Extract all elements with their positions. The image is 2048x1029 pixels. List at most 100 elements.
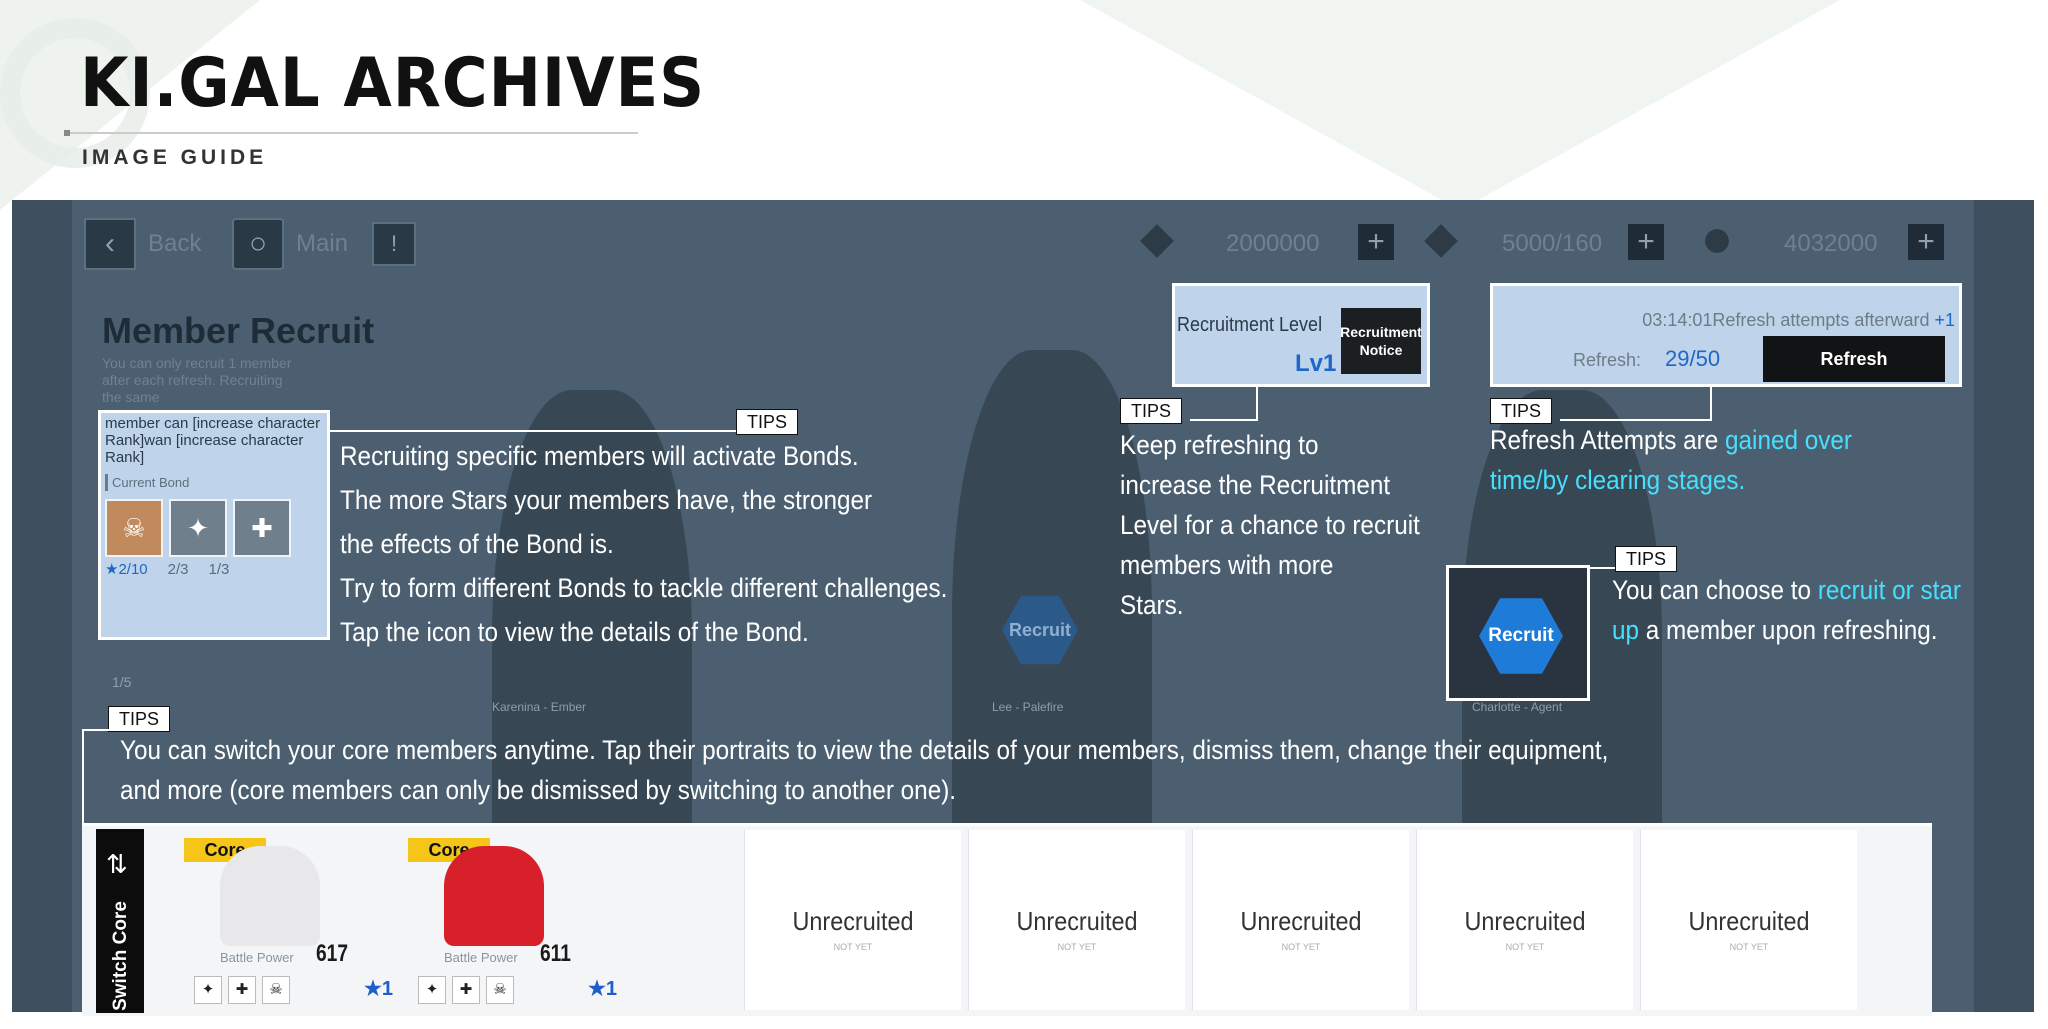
resource-value: 2000000	[1226, 230, 1320, 257]
tip-line-text: time/by clearing stages.	[1490, 465, 1746, 495]
tip-line-text: increase the Recruitment	[1120, 470, 1391, 500]
tip-line-text: members with more	[1120, 550, 1334, 580]
refresh-tips: Refresh Attempts are gained over time/by…	[1490, 420, 1852, 500]
recruitment-level-label: Recruitment Level	[1177, 314, 1323, 336]
tip-line-text: Recruiting specific members will activat…	[340, 441, 859, 471]
bond-mini-icon: ☠	[262, 976, 290, 1004]
tips-tag: TIPS	[1120, 398, 1183, 424]
core-member-card[interactable]: Core Battle Power 611 ✦ ✚ ☠ ★1	[408, 826, 628, 1013]
bond-mini-icon: ✦	[194, 976, 222, 1004]
tip-line-text: Refresh Attempts are gained over	[1490, 425, 1853, 455]
page-subtitle: IMAGE GUIDE	[82, 146, 268, 169]
refresh-timer-text: 03:14:01Refresh attempts afterward	[1642, 310, 1930, 330]
title-divider-dot	[64, 130, 70, 136]
resource-value: 5000/160	[1502, 230, 1603, 257]
slot-label: Unrecruited	[1688, 906, 1810, 936]
battle-power-label: Battle Power	[220, 950, 294, 965]
empty-member-slot[interactable]: Unrecruited NOT YET	[744, 830, 961, 1010]
slot-sub: NOT YET	[833, 942, 873, 952]
star-rating: ★1	[364, 978, 394, 1000]
slot-sub: NOT YET	[1729, 942, 1769, 952]
coin-icon	[1700, 224, 1734, 258]
bond-tips: Recruiting specific members will activat…	[340, 434, 947, 654]
title-divider	[64, 132, 638, 134]
back-label[interactable]: Back	[148, 230, 201, 258]
slot-label: Unrecruited	[792, 906, 914, 936]
page-title: KI.GAL ARCHIVES	[80, 44, 706, 123]
tip-line-text: Try to form different Bonds to tackle di…	[340, 573, 948, 603]
slot-label: Unrecruited	[1464, 906, 1586, 936]
tips-tag: TIPS	[736, 409, 799, 435]
recruitment-level-panel: Recruitment Level Lv1 Recruitment Notice	[1172, 283, 1430, 387]
tip-line-text: Stars.	[1120, 590, 1184, 620]
bond-mini-icon: ✦	[418, 976, 446, 1004]
slot-sub: NOT YET	[1505, 942, 1545, 952]
battle-power-label: Battle Power	[444, 950, 518, 965]
recruitment-notice-button[interactable]: Recruitment Notice	[1340, 308, 1422, 374]
tips-tag: TIPS	[108, 706, 171, 732]
bond-icon-cross[interactable]: ✚	[233, 499, 291, 557]
tips-tag: TIPS	[1615, 546, 1678, 572]
tip-line-text: Keep refreshing to	[1120, 430, 1319, 460]
bond-icon-skull[interactable]: ☠	[105, 499, 163, 557]
bond-count: 1/3	[208, 561, 230, 578]
bond-mini-icon: ✚	[228, 976, 256, 1004]
back-icon[interactable]: ‹	[84, 218, 136, 270]
current-bond-label: Current Bond	[105, 474, 323, 491]
slot-sub: NOT YET	[1281, 942, 1321, 952]
empty-member-slot[interactable]: Unrecruited NOT YET	[1192, 830, 1409, 1010]
tip-connector	[82, 729, 84, 823]
bond-count: ★2/10	[105, 561, 148, 578]
refresh-button[interactable]: Refresh	[1763, 336, 1945, 382]
tip-connector	[1710, 387, 1712, 419]
home-icon[interactable]: ○	[232, 218, 284, 270]
add-coin-button[interactable]: +	[1908, 224, 1944, 260]
member-name: Karenina - Ember	[492, 700, 587, 714]
empty-member-slot[interactable]: Unrecruited NOT YET	[1640, 830, 1857, 1010]
resource-value: 4032000	[1784, 230, 1878, 257]
recruit-card[interactable]: Recruit	[1446, 565, 1590, 701]
battle-power-value: 611	[540, 940, 571, 967]
star-rating: ★1	[588, 978, 618, 1000]
bond-mini-icon: ✚	[452, 976, 480, 1004]
refresh-timer-bonus: +1	[1934, 310, 1955, 330]
level-tips: Keep refreshing to increase the Recruitm…	[1120, 425, 1420, 625]
slot-label: Unrecruited	[1016, 906, 1138, 936]
member-name: Charlotte - Agent	[1472, 700, 1563, 714]
tip-line-text: You can switch your core members anytime…	[120, 735, 1609, 765]
tip-line-text: You can choose to recruit or star	[1612, 575, 1961, 605]
bond-extra-count: 1/5	[112, 674, 132, 690]
recruit-button[interactable]: Recruit	[1479, 598, 1563, 674]
bond-icon-wings[interactable]: ✦	[169, 499, 227, 557]
tip-line-text: Tap the icon to view the details of the …	[340, 617, 809, 647]
tip-connector	[330, 430, 736, 432]
member-recruit-desc: You can only recruit 1 member after each…	[102, 355, 292, 405]
refresh-count: 29/50	[1665, 346, 1721, 371]
info-icon[interactable]: !	[372, 222, 416, 266]
member-portrait[interactable]	[220, 846, 320, 946]
background-shape	[1080, 0, 1840, 210]
member-portrait[interactable]	[444, 846, 544, 946]
ticket-icon	[1140, 224, 1174, 258]
slot-label: Unrecruited	[1240, 906, 1362, 936]
add-ticket-button[interactable]: +	[1358, 224, 1394, 260]
empty-member-slot[interactable]: Unrecruited NOT YET	[1416, 830, 1633, 1010]
battle-power-value: 617	[316, 940, 349, 967]
tip-connector	[1190, 419, 1258, 421]
switch-core-label: Switch Core	[110, 901, 131, 1011]
refresh-panel: 03:14:01Refresh attempts afterward +1 Re…	[1490, 283, 1962, 387]
add-stamina-button[interactable]: +	[1628, 224, 1664, 260]
member-name: Lee - Palefire	[992, 700, 1064, 714]
refresh-label: Refresh:	[1573, 350, 1642, 370]
core-member-card[interactable]: Core Battle Power 617 ✦ ✚ ☠ ★1	[184, 826, 404, 1013]
bond-panel[interactable]: member can [increase character Rank]wan …	[98, 410, 330, 640]
bond-desc: member can [increase character Rank]wan …	[105, 415, 321, 466]
switch-core-button[interactable]: ⇅ Switch Core	[96, 829, 144, 1013]
tip-line-text: the effects of the Bond is.	[340, 529, 614, 559]
empty-member-slot[interactable]: Unrecruited NOT YET	[968, 830, 1185, 1010]
tip-line-text: Level for a chance to recruit	[1120, 510, 1420, 540]
switch-arrows-icon: ⇅	[106, 849, 128, 879]
main-label[interactable]: Main	[296, 230, 348, 258]
member-recruit-title: Member Recruit	[102, 310, 375, 351]
tip-connector	[1590, 567, 1616, 569]
